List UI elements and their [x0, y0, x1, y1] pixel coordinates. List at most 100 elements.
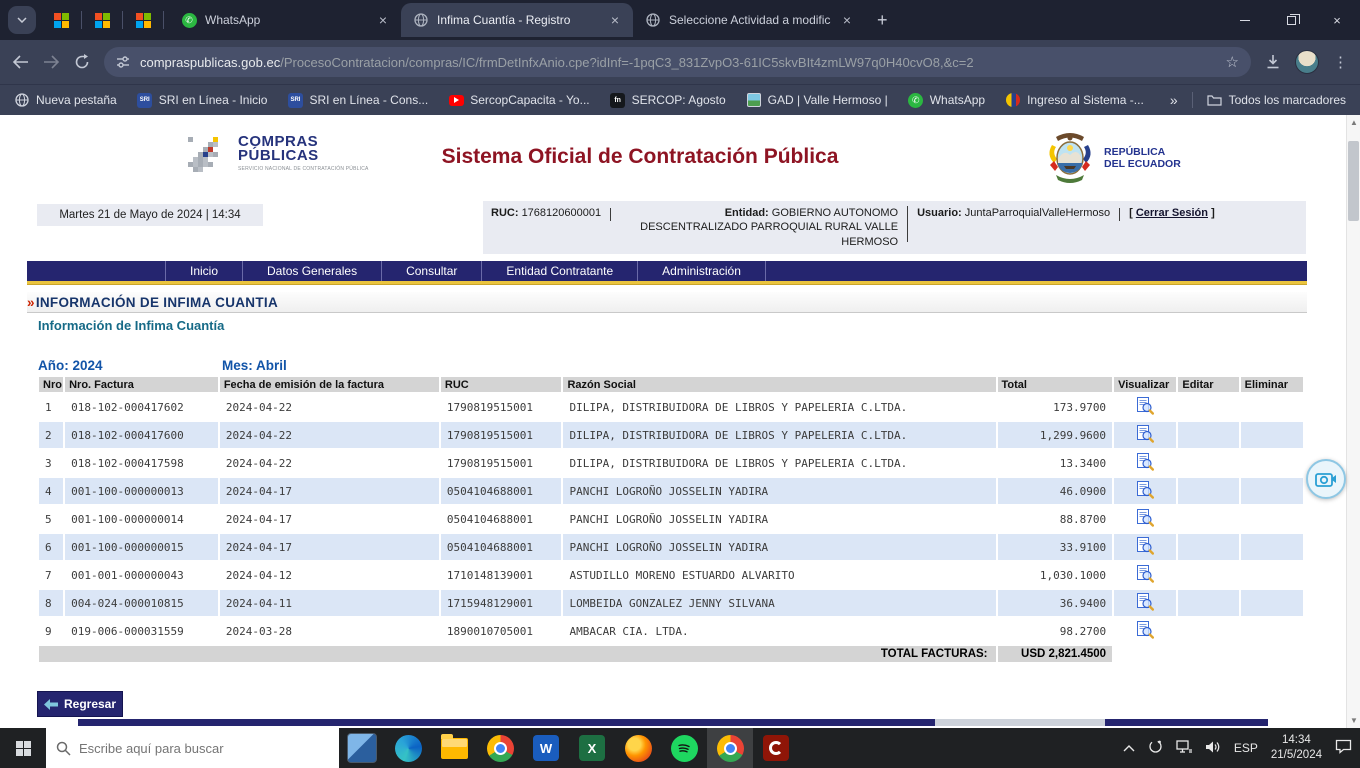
tab-infima-cuantia[interactable]: Infima Cuantía - Registro × [401, 3, 633, 37]
bookmark-star-icon[interactable]: ☆ [1226, 53, 1239, 71]
bookmark-sercopcapacita[interactable]: SercopCapacita - Yo... [448, 92, 589, 108]
visualizar-icon[interactable] [1136, 537, 1154, 555]
pinned-tab-microsoft-1[interactable] [46, 4, 76, 36]
tab-close-icon[interactable]: × [607, 12, 623, 28]
visualizar-icon[interactable] [1136, 509, 1154, 527]
all-bookmarks-button[interactable]: Todos los marcadores [1207, 92, 1346, 108]
cell-factura: 001-001-000000043 [65, 562, 218, 588]
cell-factura: 018-102-000417598 [65, 450, 218, 476]
taskbar-app-excel[interactable]: X [569, 728, 615, 768]
pinned-tab-microsoft-2[interactable] [87, 4, 117, 36]
visualizar-icon[interactable] [1136, 621, 1154, 639]
nav-item-administracion[interactable]: Administración [637, 261, 766, 281]
divider [907, 206, 908, 242]
visualizar-icon[interactable] [1136, 565, 1154, 583]
action-center-icon[interactable] [1335, 739, 1352, 757]
reload-button[interactable] [74, 54, 90, 70]
youtube-icon [448, 92, 464, 108]
profile-avatar[interactable] [1295, 50, 1319, 74]
network-icon[interactable] [1176, 740, 1192, 757]
cell-razon-social: ASTUDILLO MORENO ESTUARDO ALVARITO [563, 562, 995, 588]
scroll-up-arrow[interactable]: ▲ [1347, 115, 1360, 130]
nav-item-consultar[interactable]: Consultar [381, 261, 481, 281]
taskbar-search[interactable] [46, 728, 339, 768]
cell-total: 173.9700 [998, 394, 1113, 420]
visualizar-icon[interactable] [1136, 453, 1154, 471]
browser-tab-strip: ✆ WhatsApp × Infima Cuantía - Registro ×… [0, 0, 1360, 40]
col-header-fecha: Fecha de emisión de la factura [220, 377, 439, 392]
microsoft-logo-icon [136, 13, 151, 28]
tab-search-button[interactable] [8, 6, 36, 34]
tab-whatsapp[interactable]: ✆ WhatsApp × [169, 3, 401, 37]
cell-ruc: 1790819515001 [441, 394, 562, 420]
cell-razon-social: AMBACAR CIA. LTDA. [563, 618, 995, 644]
taskbar-app-word[interactable]: W [523, 728, 569, 768]
minimize-button[interactable] [1222, 0, 1268, 40]
cell-eliminar [1241, 618, 1303, 644]
close-button[interactable]: × [1314, 0, 1360, 40]
bookmark-ingreso-al-sistema[interactable]: Ingreso al Sistema -... [1005, 92, 1144, 108]
menu-icon[interactable]: ⋮ [1333, 53, 1348, 71]
bookmark-sri-inicio[interactable]: SRI SRI en Línea - Inicio [137, 92, 268, 108]
entidad-label: Entidad: [725, 207, 769, 219]
taskbar-app-firefox[interactable] [615, 728, 661, 768]
scrollbar-thumb[interactable] [1348, 141, 1359, 221]
system-tray: ESP 14:34 21/5/2024 [1123, 733, 1360, 763]
taskbar-app-chrome[interactable] [477, 728, 523, 768]
pinned-tab-microsoft-3[interactable] [128, 4, 158, 36]
logout-link[interactable]: Cerrar Sesión [1136, 207, 1208, 219]
tab-seleccione-actividad[interactable]: Seleccione Actividad a modifica × [633, 3, 865, 37]
download-button[interactable] [1265, 54, 1281, 70]
taskbar-app-spotify[interactable] [661, 728, 707, 768]
usuario-info: Usuario: JuntaParroquialValleHermoso [917, 207, 1110, 219]
page-scrollbar[interactable]: ▲ ▼ [1346, 115, 1360, 728]
search-icon [56, 741, 71, 756]
nav-item-inicio[interactable]: Inicio [165, 261, 242, 281]
visualizar-icon[interactable] [1136, 481, 1154, 499]
nav-item-entidad-contratante[interactable]: Entidad Contratante [481, 261, 637, 281]
back-button[interactable] [12, 55, 29, 69]
site-settings-icon[interactable] [116, 55, 130, 69]
taskbar-app-explorer[interactable] [431, 728, 477, 768]
volume-icon[interactable] [1205, 740, 1221, 757]
cell-nro: 9 [39, 618, 63, 644]
new-tab-button[interactable]: + [865, 10, 900, 31]
col-header-ruc: RUC [441, 377, 562, 392]
bookmark-sri-consultas[interactable]: SRI SRI en Línea - Cons... [287, 92, 428, 108]
cell-razon-social: PANCHI LOGROÑO JOSSELIN YADIRA [563, 534, 995, 560]
taskbar-widget-thumbnail[interactable] [339, 728, 385, 768]
cell-ruc: 1715948129001 [441, 590, 562, 616]
taskbar-app-acrobat[interactable] [753, 728, 799, 768]
taskbar-clock[interactable]: 14:34 21/5/2024 [1271, 733, 1322, 763]
search-input[interactable] [79, 741, 309, 756]
floating-capture-widget[interactable] [1306, 459, 1346, 499]
visualizar-icon[interactable] [1136, 397, 1154, 415]
bookmarks-overflow-button[interactable]: » [1170, 92, 1178, 108]
cell-editar [1178, 590, 1238, 616]
visualizar-icon[interactable] [1136, 593, 1154, 611]
forward-button[interactable] [43, 55, 60, 69]
taskbar-app-chrome-active[interactable] [707, 728, 753, 768]
bookmark-nueva-pestana[interactable]: Nueva pestaña [14, 92, 117, 108]
language-indicator[interactable]: ESP [1234, 741, 1258, 755]
tab-close-icon[interactable]: × [375, 12, 391, 28]
nav-item-datos-generales[interactable]: Datos Generales [242, 261, 381, 281]
bookmark-gad-valle-hermoso[interactable]: GAD | Valle Hermoso | [746, 92, 888, 108]
scroll-down-arrow[interactable]: ▼ [1347, 713, 1360, 728]
tray-meet-now-icon[interactable] [1148, 739, 1163, 757]
cell-nro: 5 [39, 506, 63, 532]
tab-close-icon[interactable]: × [839, 12, 855, 28]
page-content: COMPRAS PÚBLICAS SERVICIO NACIONAL DE CO… [0, 115, 1360, 728]
tray-expand-icon[interactable] [1123, 741, 1135, 755]
taskbar-app-edge[interactable] [385, 728, 431, 768]
table-row: 8 004-024-000010815 2024-04-11 171594812… [39, 590, 1303, 616]
col-header-razon-social: Razón Social [563, 377, 995, 392]
address-bar[interactable]: compraspublicas.gob.ec/ProcesoContrataci… [104, 47, 1251, 77]
visualizar-icon[interactable] [1136, 425, 1154, 443]
regresar-button[interactable]: Regresar [37, 691, 123, 717]
start-button[interactable] [0, 728, 46, 768]
bookmark-whatsapp[interactable]: ✆ WhatsApp [908, 92, 985, 108]
bookmark-sercop-agosto[interactable]: fn SERCOP: Agosto [610, 92, 726, 108]
restore-button[interactable] [1268, 0, 1314, 40]
col-header-nro: Nro [39, 377, 63, 392]
